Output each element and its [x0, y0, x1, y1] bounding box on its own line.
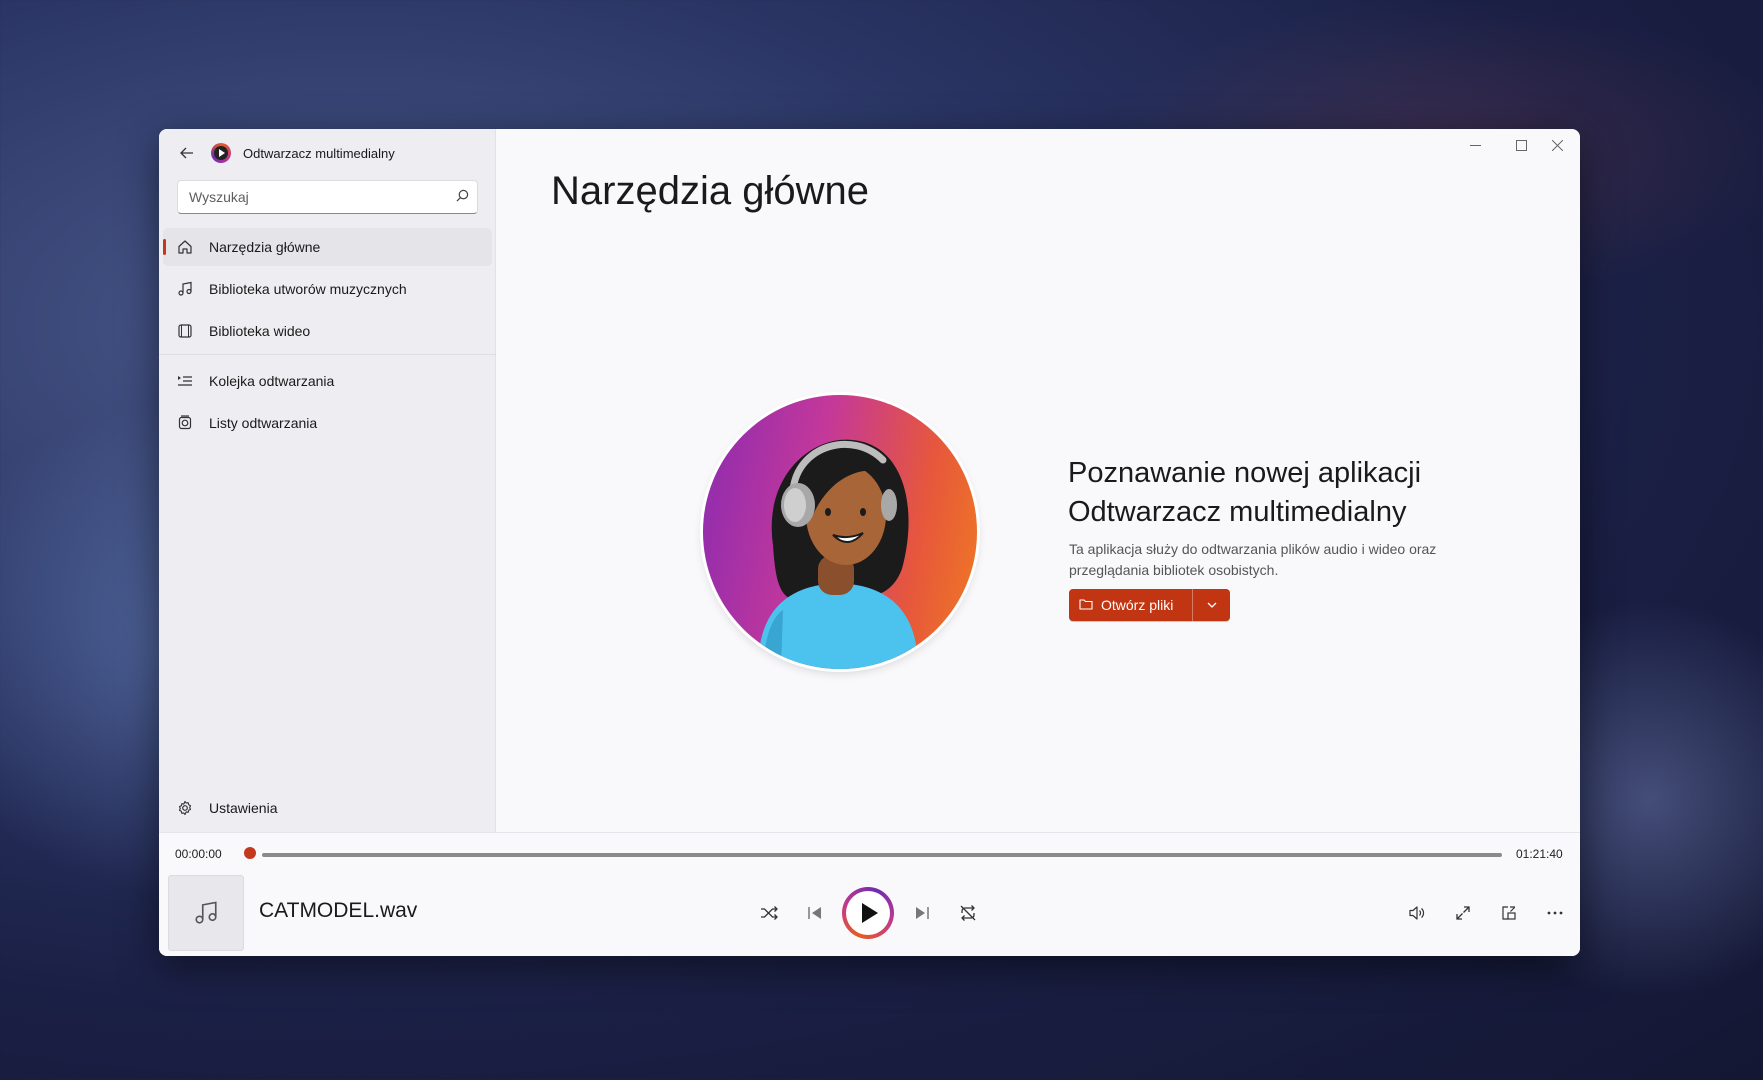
sidebar-item-label: Kolejka odtwarzania	[209, 373, 335, 389]
play-icon	[862, 903, 878, 923]
hero-illustration	[703, 395, 977, 669]
open-files-split-button: Otwórz pliki	[1069, 589, 1230, 621]
title-bar: Odtwarzacz multimedialny	[159, 129, 496, 177]
search-box	[177, 180, 478, 214]
back-arrow-icon	[180, 147, 193, 159]
play-button[interactable]	[842, 887, 894, 939]
sidebar: Odtwarzacz multimedialny Narzędzia główn…	[159, 129, 496, 832]
total-time: 01:21:40	[1516, 847, 1563, 861]
folder-icon	[1079, 598, 1093, 613]
active-indicator	[163, 239, 166, 255]
previous-icon	[808, 907, 821, 919]
close-button[interactable]	[1534, 129, 1580, 161]
hero-description: Ta aplikacja służy do odtwarzania plików…	[1069, 541, 1437, 578]
hero-heading: Poznawanie nowej aplikacji Odtwarzacz mu…	[1068, 454, 1528, 532]
chevron-down-icon	[1207, 602, 1216, 608]
player-bar: 00:00:00 01:21:40 CATMODEL.wav	[159, 832, 1580, 956]
app-title: Odtwarzacz multimedialny	[243, 145, 395, 161]
person-with-headphones-illustration	[758, 439, 918, 669]
sidebar-item-settings[interactable]: Ustawienia	[163, 789, 492, 827]
search-input[interactable]	[178, 189, 447, 205]
repeat-icon	[960, 905, 976, 921]
miniplayer-icon	[1502, 906, 1516, 920]
next-button[interactable]	[905, 896, 939, 930]
main-content: Narzędzia główne Poznawanie nowej aplika…	[496, 129, 1580, 832]
music-note-icon	[195, 901, 217, 924]
close-icon	[1551, 139, 1563, 151]
hero-heading-line2: Odtwarzacz multimedialny	[1068, 496, 1407, 528]
playlist-icon	[175, 415, 195, 431]
open-files-dropdown-button[interactable]	[1193, 589, 1230, 621]
seek-thumb[interactable]	[244, 847, 256, 859]
minimize-button[interactable]	[1452, 129, 1498, 161]
miniplayer-button[interactable]	[1492, 896, 1526, 930]
fullscreen-icon	[1456, 906, 1470, 920]
more-icon	[1547, 911, 1563, 915]
current-time: 00:00:00	[175, 847, 222, 861]
sidebar-item-label: Narzędzia główne	[209, 239, 321, 255]
sidebar-item-label: Biblioteka utworów muzycznych	[209, 281, 407, 297]
shuffle-icon	[761, 906, 778, 920]
sidebar-item-playlists[interactable]: Listy odtwarzania	[163, 404, 492, 442]
more-options-button[interactable]	[1538, 896, 1572, 930]
repeat-button[interactable]	[951, 896, 985, 930]
album-art[interactable]	[168, 875, 244, 951]
seek-bar[interactable]	[262, 853, 1502, 857]
sidebar-divider	[159, 354, 496, 355]
sidebar-item-video-library[interactable]: Biblioteka wideo	[163, 312, 492, 350]
volume-button[interactable]	[1400, 896, 1434, 930]
queue-icon	[175, 373, 195, 389]
track-name: CATMODEL.wav	[259, 899, 418, 922]
volume-icon	[1409, 906, 1425, 920]
music-note-icon	[175, 281, 195, 297]
sidebar-item-label: Biblioteka wideo	[209, 323, 311, 339]
next-icon	[916, 907, 929, 919]
open-files-label: Otwórz pliki	[1101, 597, 1174, 613]
search-icon[interactable]	[447, 189, 477, 205]
back-button[interactable]	[169, 135, 205, 171]
previous-button[interactable]	[798, 896, 832, 930]
film-icon	[175, 323, 195, 339]
page-title: Narzędzia główne	[551, 169, 869, 213]
maximize-icon	[1515, 139, 1527, 151]
open-files-button[interactable]: Otwórz pliki	[1069, 589, 1193, 621]
settings-label: Ustawienia	[209, 800, 278, 816]
sidebar-item-home[interactable]: Narzędzia główne	[163, 228, 492, 266]
shuffle-button[interactable]	[752, 896, 786, 930]
minimize-icon	[1469, 144, 1481, 146]
gear-icon	[175, 800, 195, 816]
app-logo-icon	[211, 143, 231, 163]
home-icon	[175, 239, 195, 255]
sidebar-item-play-queue[interactable]: Kolejka odtwarzania	[163, 362, 492, 400]
sidebar-item-label: Listy odtwarzania	[209, 415, 318, 431]
fullscreen-button[interactable]	[1446, 896, 1480, 930]
media-player-window: Odtwarzacz multimedialny Narzędzia główn…	[159, 129, 1580, 956]
sidebar-item-music-library[interactable]: Biblioteka utworów muzycznych	[163, 270, 492, 308]
hero-heading-line1: Poznawanie nowej aplikacji	[1068, 457, 1422, 489]
